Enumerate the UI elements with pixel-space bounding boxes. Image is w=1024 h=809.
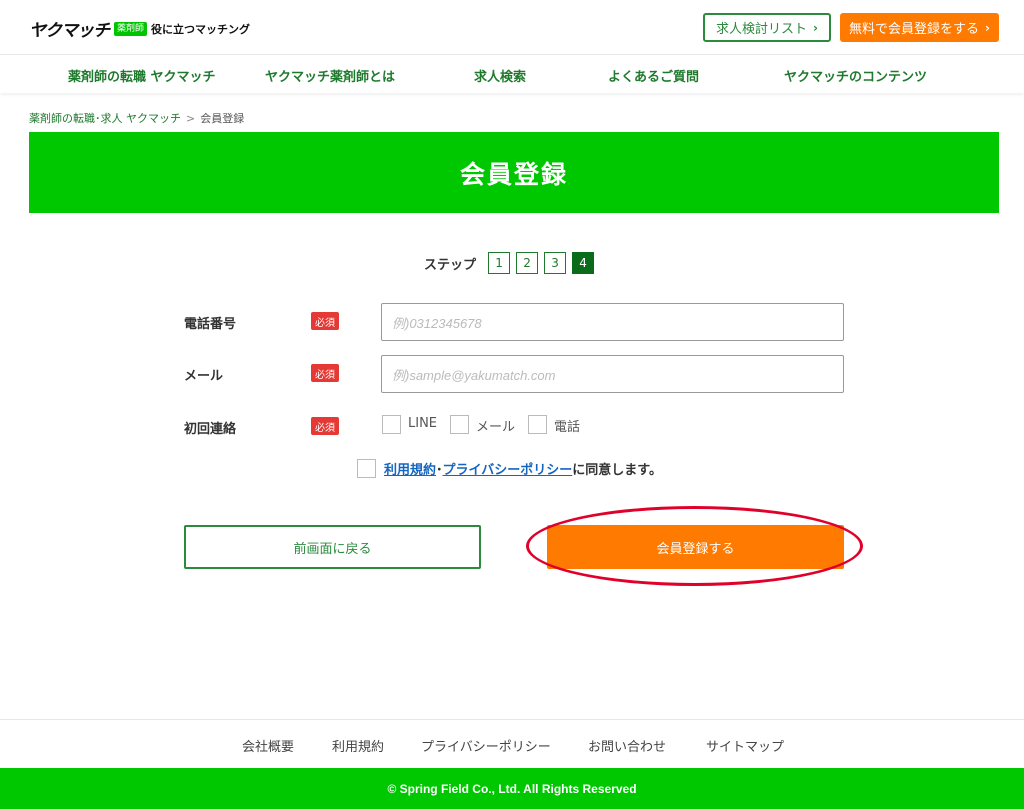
nav-item-job-search[interactable]: 求人検索: [474, 66, 526, 85]
job-list-button-label: 求人検討リスト: [716, 22, 808, 37]
site-logo[interactable]: ヤクマッチ 薬剤師 役に立つマッチング: [29, 16, 250, 41]
step-2: 2: [516, 252, 539, 274]
agree-checkbox[interactable]: [357, 459, 376, 478]
step-indicator-label: ステップ: [424, 257, 477, 273]
footer-link-contact[interactable]: お問い合わせ: [588, 736, 666, 755]
required-badge: 必須: [311, 312, 339, 330]
agree-text: 利用規約･プライバシーポリシーに同意します。: [384, 459, 662, 478]
first-contact-label: 初回連絡: [184, 422, 237, 437]
copyright-text: © Spring Field Co., Ltd. All Rights Rese…: [387, 781, 637, 796]
nav-item-contents[interactable]: ヤクマッチのコンテンツ: [784, 66, 927, 85]
email-label: メール: [184, 369, 224, 384]
register-submit-button[interactable]: 会員登録する: [547, 525, 844, 569]
breadcrumb-home[interactable]: 薬剤師の転職･求人 ヤクマッチ: [29, 112, 181, 125]
required-badge: 必須: [311, 364, 339, 382]
back-button[interactable]: 前画面に戻る: [184, 525, 481, 569]
contact-phone-label[interactable]: 電話: [554, 416, 580, 435]
copyright-bar: © Spring Field Co., Ltd. All Rights Rese…: [0, 768, 1024, 809]
job-list-button[interactable]: 求人検討リスト ›: [703, 13, 831, 42]
logo-wordmark: ヤクマッチ: [29, 21, 110, 41]
agree-suffix: に同意します。: [572, 463, 662, 478]
logo-tagline: 役に立つマッチング: [151, 22, 251, 36]
phone-input[interactable]: 例)0312345678: [381, 303, 844, 341]
nav-item-about[interactable]: ヤクマッチ薬剤師とは: [265, 66, 395, 85]
step-1: 1: [488, 252, 511, 274]
free-register-button-label: 無料で会員登録をする: [849, 22, 980, 37]
nav-item-faq[interactable]: よくあるご質問: [608, 66, 699, 85]
privacy-policy-link[interactable]: プライバシーポリシー: [443, 463, 573, 478]
contact-email-label[interactable]: メール: [476, 416, 515, 435]
breadcrumb-current: 会員登録: [200, 112, 245, 125]
chevron-right-icon: ›: [985, 20, 990, 35]
email-input[interactable]: 例)sample@yakumatch.com: [381, 355, 844, 393]
step-4-current: 4: [572, 252, 595, 274]
nav-item-home[interactable]: 薬剤師の転職 ヤクマッチ: [68, 66, 216, 85]
footer-link-company[interactable]: 会社概要: [242, 736, 294, 755]
page-title-banner: 会員登録: [29, 132, 999, 213]
chevron-right-icon: ›: [813, 20, 818, 35]
required-badge: 必須: [311, 417, 339, 435]
register-submit-button-label: 会員登録する: [656, 541, 735, 557]
contact-line-checkbox[interactable]: [382, 415, 401, 434]
back-button-label: 前画面に戻る: [293, 541, 372, 557]
terms-link[interactable]: 利用規約: [384, 463, 436, 478]
footer-link-privacy[interactable]: プライバシーポリシー: [421, 736, 551, 755]
site-header: ヤクマッチ 薬剤師 役に立つマッチング 求人検討リスト › 無料で会員登録をする…: [0, 0, 1024, 55]
contact-phone-checkbox[interactable]: [528, 415, 547, 434]
main-nav: 薬剤師の転職 ヤクマッチ ヤクマッチ薬剤師とは 求人検索 よくあるご質問 ヤクマ…: [0, 55, 1024, 93]
breadcrumb: 薬剤師の転職･求人 ヤクマッチ > 会員登録: [29, 110, 244, 126]
footer-link-terms[interactable]: 利用規約: [332, 736, 384, 755]
page: ヤクマッチ 薬剤師 役に立つマッチング 求人検討リスト › 無料で会員登録をする…: [0, 0, 1024, 809]
free-register-button[interactable]: 無料で会員登録をする ›: [840, 13, 999, 42]
footer-links: 会社概要 利用規約 プライバシーポリシー お問い合わせ サイトマップ: [0, 719, 1024, 768]
step-indicator: ステップ 1 2 3 4: [424, 252, 600, 274]
phone-label: 電話番号: [184, 317, 237, 332]
breadcrumb-separator: >: [186, 112, 196, 125]
contact-email-checkbox[interactable]: [450, 415, 469, 434]
contact-line-label[interactable]: LINE: [408, 416, 437, 431]
step-3: 3: [544, 252, 567, 274]
logo-badge: 薬剤師: [114, 21, 148, 36]
page-title: 会員登録: [459, 159, 568, 189]
footer-link-sitemap[interactable]: サイトマップ: [706, 736, 784, 755]
